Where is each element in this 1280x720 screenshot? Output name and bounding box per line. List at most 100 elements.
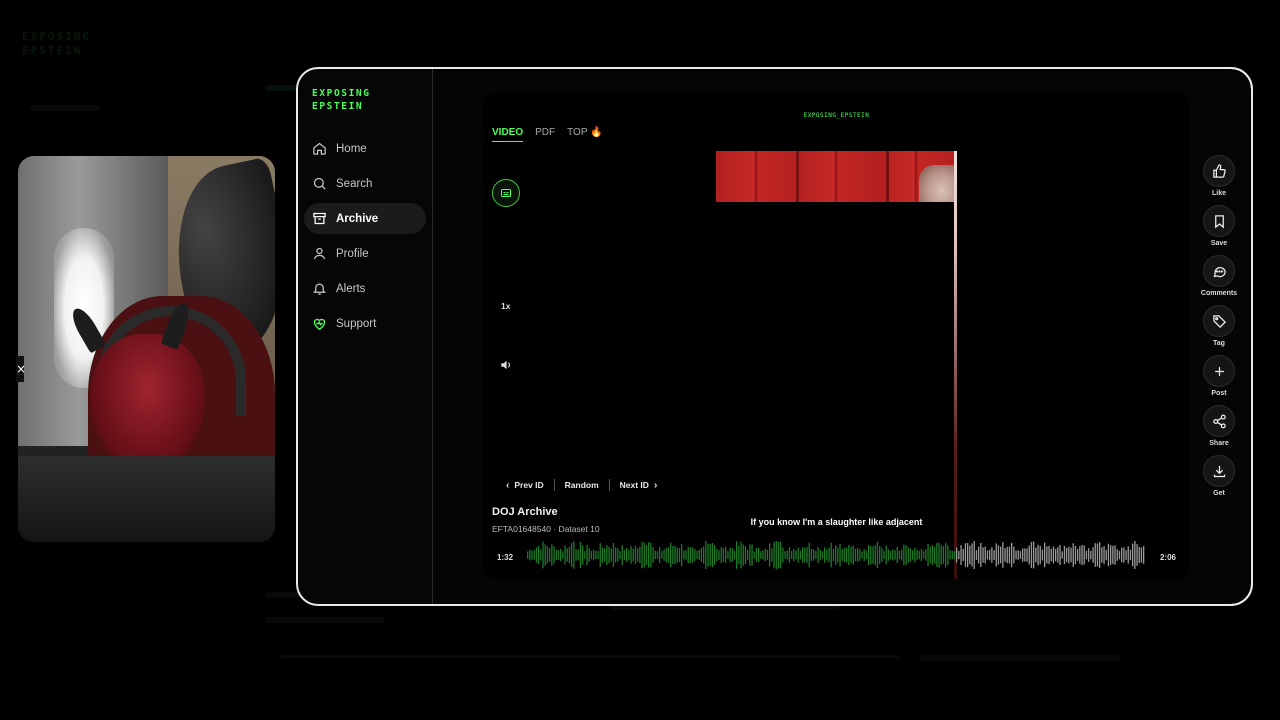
waveform-bar bbox=[874, 544, 876, 566]
sidebar-item-home[interactable]: Home bbox=[304, 133, 426, 164]
waveform-bar bbox=[533, 550, 535, 560]
tab-pdf[interactable]: PDF bbox=[535, 127, 555, 142]
video-frame[interactable] bbox=[716, 151, 957, 202]
waveform-bar bbox=[780, 541, 782, 569]
waveform-bar bbox=[733, 550, 736, 560]
waveform-bar bbox=[1079, 546, 1081, 564]
waveform-bar bbox=[1028, 545, 1030, 565]
playhead[interactable] bbox=[954, 151, 957, 579]
waveform-bar bbox=[676, 547, 678, 563]
waveform-bar bbox=[566, 548, 568, 562]
waveform-bar bbox=[568, 546, 571, 564]
waveform-bar bbox=[630, 546, 632, 564]
waveform-bar bbox=[1143, 546, 1145, 564]
waveform-bar bbox=[1019, 551, 1022, 559]
waveform-bar bbox=[564, 545, 566, 565]
waveform-bar bbox=[1118, 550, 1121, 560]
sidebar-item-search[interactable]: Search bbox=[304, 168, 426, 199]
like-button[interactable]: Like bbox=[1199, 155, 1239, 197]
waveform-bar bbox=[617, 548, 619, 562]
waveform-bar bbox=[925, 549, 927, 561]
waveform-bar bbox=[632, 548, 634, 562]
waveform-bar bbox=[615, 547, 617, 563]
waveform-bar bbox=[830, 542, 832, 568]
save-button[interactable]: Save bbox=[1199, 205, 1239, 247]
waveform-bar bbox=[923, 551, 925, 559]
waveform-bar bbox=[687, 546, 689, 564]
waveform-scrubber[interactable] bbox=[527, 541, 1147, 569]
comments-button[interactable]: Comments bbox=[1199, 255, 1239, 297]
next-id-button[interactable]: Next ID bbox=[620, 480, 649, 490]
waveform-bar bbox=[1033, 541, 1035, 569]
waveform-bar bbox=[821, 551, 824, 559]
waveform-bar bbox=[883, 551, 885, 559]
volume-icon[interactable] bbox=[499, 358, 513, 372]
app-window: EXPOSING EPSTEIN Home Search Archive Prof… bbox=[296, 67, 1253, 606]
waveform-bar bbox=[810, 549, 813, 561]
waveform-bar bbox=[1083, 545, 1085, 565]
waveform-bar bbox=[1006, 546, 1008, 564]
waveform-bar bbox=[606, 545, 608, 565]
waveform-bar bbox=[599, 543, 601, 567]
waveform-bar bbox=[725, 547, 727, 563]
tab-top[interactable]: TOP 🔥 bbox=[567, 127, 602, 142]
close-icon[interactable]: × bbox=[16, 356, 26, 382]
waveform-bar bbox=[1134, 541, 1136, 569]
waveform-bar bbox=[1085, 550, 1088, 560]
tag-button[interactable]: Tag bbox=[1199, 305, 1239, 347]
action-label: Comments bbox=[1200, 290, 1238, 297]
waveform-bar bbox=[652, 547, 654, 563]
waveform-bar bbox=[896, 546, 898, 564]
waveform-bar bbox=[643, 542, 645, 568]
waveform-bar bbox=[806, 547, 808, 563]
waveform-bar bbox=[1004, 548, 1006, 562]
waveform-bar bbox=[918, 550, 920, 560]
prev-id-button[interactable]: Prev ID bbox=[514, 480, 543, 490]
sidebar-item-label: Alerts bbox=[336, 282, 366, 295]
get-button[interactable]: Get bbox=[1199, 455, 1239, 497]
waveform-bar bbox=[656, 551, 659, 559]
waveform-bar bbox=[978, 546, 980, 564]
comment-icon bbox=[1213, 266, 1226, 277]
waveform-bar bbox=[621, 545, 623, 565]
sidebar-item-profile[interactable]: Profile bbox=[304, 238, 426, 269]
waveform-bar bbox=[720, 547, 722, 563]
waveform-bar bbox=[560, 548, 562, 562]
waveform-bar bbox=[546, 546, 549, 564]
subtitle-text: If you know I'm a slaughter like adjacen… bbox=[750, 517, 923, 527]
waveform-bar bbox=[696, 550, 698, 560]
waveform-bar bbox=[727, 551, 729, 559]
tab-video[interactable]: VIDEO bbox=[492, 127, 524, 142]
waveform-bar bbox=[962, 548, 964, 562]
video-frame-detail bbox=[886, 151, 889, 202]
waveform-bar bbox=[738, 545, 740, 565]
waveform-bar bbox=[885, 545, 887, 565]
waveform-bar bbox=[1077, 549, 1079, 561]
waveform-bar bbox=[843, 547, 846, 563]
waveform-bar bbox=[892, 549, 894, 561]
sidebar-item-label: Support bbox=[336, 317, 377, 330]
waveform-bar bbox=[914, 547, 916, 563]
waveform-bar bbox=[894, 550, 896, 560]
sidebar-item-support[interactable]: Support bbox=[304, 308, 426, 339]
waveform-bar bbox=[610, 548, 612, 562]
app-logo[interactable]: EXPOSING EPSTEIN bbox=[312, 87, 371, 113]
waveform-bar bbox=[980, 542, 982, 568]
sidebar-item-archive[interactable]: Archive bbox=[304, 203, 426, 234]
waveform-bar bbox=[593, 549, 595, 561]
waveform-bar bbox=[584, 551, 586, 559]
waveform-bar bbox=[1059, 544, 1061, 566]
waveform-bar bbox=[766, 550, 769, 560]
random-button[interactable]: Random bbox=[565, 480, 599, 490]
waveform-bar bbox=[1052, 546, 1055, 564]
waveform-bar bbox=[905, 545, 907, 565]
captions-button[interactable] bbox=[492, 179, 520, 207]
waveform-bar bbox=[709, 543, 711, 567]
sidebar-item-alerts[interactable]: Alerts bbox=[304, 273, 426, 304]
share-button[interactable]: Share bbox=[1199, 405, 1239, 447]
waveform-bar bbox=[549, 548, 551, 562]
waveform-bar bbox=[947, 545, 949, 565]
post-button[interactable]: Post bbox=[1199, 355, 1239, 397]
playback-speed-button[interactable]: 1x bbox=[501, 301, 510, 311]
action-circle bbox=[1203, 405, 1235, 437]
